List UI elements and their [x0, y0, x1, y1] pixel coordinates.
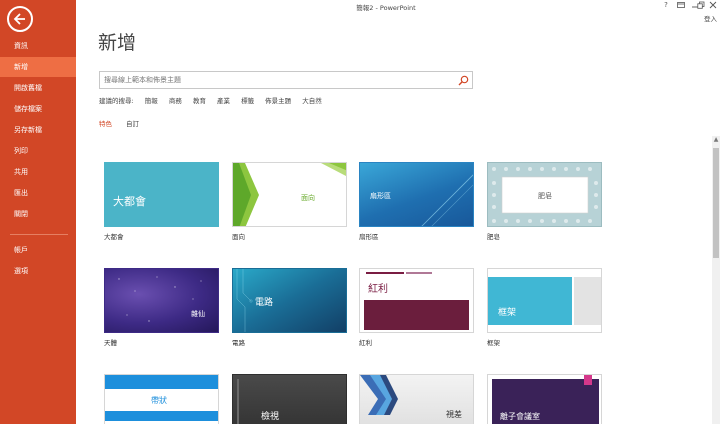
thumbnail-title: 雜仙: [191, 310, 205, 318]
thumbnail-title: 電路: [255, 298, 274, 308]
help-icon[interactable]: ?: [660, 1, 672, 9]
sidebar-item-save[interactable]: 儲存檔案: [0, 99, 76, 119]
sidebar-item-open[interactable]: 開啟舊檔: [0, 78, 76, 98]
template-thumbnail: 大都會: [104, 162, 219, 227]
search-icon[interactable]: [458, 75, 469, 86]
template-name: 框架: [487, 339, 500, 347]
signin-link[interactable]: 登入: [704, 13, 717, 23]
template-thumbnail: 檢視: [232, 374, 347, 424]
page-title: 新增: [98, 32, 137, 54]
suggested-search-link[interactable]: 教育: [193, 97, 206, 105]
template-thumbnail: 雜仙: [104, 268, 219, 333]
template-search-box: [99, 71, 473, 89]
suggested-search-link[interactable]: 佈景主題: [265, 97, 291, 105]
template-thumbnail: 扇形區: [359, 162, 474, 227]
thumbnail-title: 視差: [446, 410, 462, 419]
template-name: 紅利: [359, 339, 372, 347]
thumbnail-title: 大都會: [113, 195, 146, 208]
suggested-searches-label: 建議的搜尋:: [99, 97, 134, 105]
suggested-search-link[interactable]: 簡報: [145, 97, 158, 105]
thumbnail-title: 紅利: [368, 284, 388, 295]
template-thumbnail: 框架: [487, 268, 602, 333]
title-bar: 簡報2 - PowerPoint ? 登入: [76, 0, 720, 23]
suggested-search-link[interactable]: 產業: [217, 97, 230, 105]
sidebar-item-new[interactable]: 新增: [0, 57, 76, 77]
window-title: 簡報2 - PowerPoint: [356, 4, 416, 12]
template-thumbnail: 電路: [232, 268, 347, 333]
powerpoint-backstage: 資訊 新增 開啟舊檔 儲存檔案 另存新檔 列印 共用 匯出 關閉 帳戶 選項 簡…: [0, 0, 720, 424]
template-name: 電路: [232, 339, 245, 347]
back-button[interactable]: [7, 6, 33, 32]
scroll-up-icon[interactable]: ▲: [712, 136, 720, 146]
template-thumbnail: 帶狀: [104, 374, 219, 424]
template-name: 天體: [104, 339, 117, 347]
thumbnail-title: 面向: [301, 194, 315, 202]
gallery-scrollbar[interactable]: ▲: [712, 136, 720, 424]
sidebar-item-close[interactable]: 關閉: [0, 204, 76, 224]
template-thumbnail: 離子會議室: [487, 374, 602, 424]
sidebar-item-export[interactable]: 匯出: [0, 183, 76, 203]
template-thumbnail: 視差: [359, 374, 474, 424]
thumbnail-title: 帶狀: [151, 396, 167, 405]
template-thumbnail: 肥皂: [487, 162, 602, 227]
template-name: 大都會: [104, 233, 124, 241]
backstage-sidebar: 資訊 新增 開啟舊檔 儲存檔案 另存新檔 列印 共用 匯出 關閉 帳戶 選項: [0, 0, 76, 424]
tab-featured[interactable]: 特色: [99, 118, 112, 128]
suggested-search-link[interactable]: 商務: [169, 97, 182, 105]
maximize-icon[interactable]: [695, 1, 707, 11]
suggested-search-link[interactable]: 大自然: [302, 97, 322, 105]
suggested-searches: 建議的搜尋: 簡報 商務 教育 產業 標籤 佈景主題 大自然: [99, 95, 331, 105]
template-thumbnail: 紅利: [359, 268, 474, 333]
template-name: 肥皂: [487, 233, 500, 241]
sidebar-item-info[interactable]: 資訊: [0, 36, 76, 56]
thumbnail-title: 肥皂: [538, 192, 552, 200]
sidebar-divider: [10, 234, 68, 235]
template-name: 面向: [232, 233, 245, 241]
sidebar-item-account[interactable]: 帳戶: [0, 240, 76, 260]
thumbnail-title: 檢視: [261, 412, 280, 422]
sidebar-item-options[interactable]: 選項: [0, 261, 76, 281]
thumbnail-title: 離子會議室: [500, 412, 540, 421]
suggested-search-link[interactable]: 標籤: [241, 97, 254, 105]
template-name: 扇形區: [359, 233, 379, 241]
restore-icon[interactable]: [675, 1, 687, 11]
close-icon[interactable]: [707, 1, 719, 11]
thumbnail-title: 框架: [498, 308, 517, 318]
back-arrow-icon: [13, 13, 25, 25]
sidebar-item-share[interactable]: 共用: [0, 162, 76, 182]
template-thumbnail: 面向: [232, 162, 347, 227]
sidebar-item-save-as[interactable]: 另存新檔: [0, 120, 76, 140]
sidebar-item-print[interactable]: 列印: [0, 141, 76, 161]
scrollbar-thumb[interactable]: [713, 148, 719, 258]
template-search-input[interactable]: [104, 74, 444, 86]
thumbnail-title: 扇形區: [370, 192, 391, 200]
tab-personal[interactable]: 自訂: [126, 118, 139, 128]
